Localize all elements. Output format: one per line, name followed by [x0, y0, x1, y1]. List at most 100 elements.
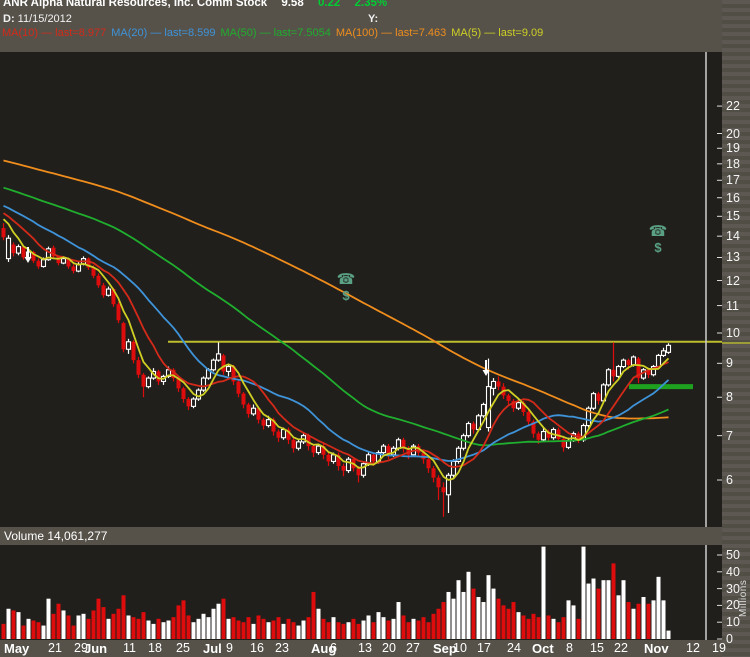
- candle-body-down: [597, 394, 601, 401]
- volume-bar: [122, 595, 126, 639]
- volume-bar: [417, 621, 421, 639]
- candle-body-up: [617, 367, 621, 377]
- volume-bar: [392, 619, 396, 639]
- candle-body-up: [657, 355, 661, 366]
- dollar-icon: $: [654, 240, 662, 255]
- volume-bar: [212, 609, 216, 639]
- x-axis-label: 25: [176, 641, 190, 655]
- volume-bar: [572, 605, 576, 639]
- volume-bar: [167, 621, 171, 639]
- candle-body-down: [187, 399, 191, 406]
- volume-bar: [302, 621, 306, 639]
- x-axis-label-month: Oct: [532, 641, 554, 656]
- volume-bar: [192, 622, 196, 639]
- y-value-prefix: Y:: [368, 13, 378, 25]
- volume-bar: [137, 619, 141, 639]
- price-chart-canvas[interactable]: ☎$☎$: [0, 52, 722, 527]
- price-axis-label: 20: [726, 127, 740, 141]
- candle-body-down: [102, 285, 106, 295]
- volume-bar: [312, 592, 316, 639]
- volume-bar: [182, 600, 186, 639]
- volume-bar: [567, 600, 571, 639]
- volume-bar: [487, 575, 491, 639]
- volume-bar: [597, 589, 601, 639]
- volume-bar: [502, 605, 506, 639]
- candle-body-up: [62, 259, 66, 263]
- volume-bar: [442, 602, 446, 639]
- quote-header: ANR Alpha Natural Resources, Inc. Comm S…: [3, 0, 387, 9]
- volume-bar: [92, 610, 96, 639]
- date-readout: D: 11/15/2012: [3, 13, 72, 25]
- volume-bar: [372, 622, 376, 639]
- volume-bar: [512, 602, 516, 639]
- volume-bar: [517, 612, 521, 639]
- price-axis-label: 15: [726, 209, 740, 223]
- volume-bar: [27, 619, 31, 639]
- ma-line-50: [4, 188, 669, 446]
- candle-body-up: [492, 381, 496, 388]
- volume-bar: [107, 619, 111, 639]
- price-chart[interactable]: ☎$☎$: [0, 52, 722, 527]
- volume-bar: [237, 621, 241, 639]
- volume-bar: [592, 579, 596, 639]
- x-axis-label: 18: [148, 641, 162, 655]
- candle-body-up: [467, 424, 471, 436]
- volume-bar: [337, 622, 341, 639]
- candle-body-up: [632, 357, 636, 365]
- chart-date: 11/15/2012: [18, 13, 72, 25]
- legend-item-ma100: MA(100) — last=7.463: [336, 27, 446, 39]
- phone-icon: ☎: [649, 223, 668, 240]
- price-axis-label: 10: [726, 326, 740, 340]
- candles-layer: [2, 223, 671, 517]
- candle-body-down: [327, 455, 331, 462]
- volume-bar: [67, 615, 71, 639]
- price-change-percent: 2.35%: [355, 0, 388, 9]
- stock-chart-window: ANR Alpha Natural Resources, Inc. Comm S…: [0, 0, 750, 657]
- candle-body-up: [127, 342, 131, 350]
- volume-bar: [387, 621, 391, 639]
- volume-bar: [207, 617, 211, 639]
- volume-chart[interactable]: [0, 545, 722, 640]
- volume-bar: [332, 617, 336, 639]
- volume-bar: [2, 624, 6, 639]
- volume-bar: [52, 614, 56, 639]
- candle-body-down: [2, 228, 6, 237]
- candle-body-down: [142, 375, 146, 387]
- volume-bar: [477, 597, 481, 639]
- volume-bar: [532, 614, 536, 639]
- volume-axis-label: 50: [726, 548, 740, 562]
- candle-body-up: [42, 260, 46, 267]
- candle-body-down: [247, 405, 251, 414]
- volume-readout: Volume 14,061,277: [4, 529, 107, 543]
- candle-body-down: [442, 487, 446, 492]
- volume-bar: [242, 622, 246, 639]
- volume-bar: [507, 609, 511, 639]
- x-axis-label: 12: [686, 641, 700, 655]
- ma-line-20: [4, 206, 669, 461]
- symbol-title: ANR Alpha Natural Resources, Inc. Comm S…: [3, 0, 267, 9]
- price-axis-label: 18: [726, 157, 740, 171]
- candle-body-down: [97, 276, 101, 286]
- candle-body-up: [282, 430, 286, 438]
- volume-bar: [637, 604, 641, 639]
- candle-body-up: [17, 247, 21, 253]
- volume-bar: [467, 572, 471, 639]
- price-axis-label: 11: [726, 299, 739, 313]
- candle-body-down: [472, 424, 476, 430]
- volume-chart-canvas[interactable]: [0, 545, 722, 640]
- candle-body-up: [252, 408, 256, 414]
- volume-bar: [12, 610, 16, 639]
- volume-bar: [127, 615, 131, 639]
- volume-bar: [492, 589, 496, 639]
- price-axis-label: 13: [726, 250, 740, 264]
- candle-body-up: [227, 367, 231, 372]
- volume-bar: [397, 602, 401, 639]
- candle-body-up: [382, 446, 386, 452]
- volume-bar: [287, 619, 291, 639]
- volume-bar: [227, 619, 231, 639]
- candle-body-down: [357, 468, 361, 475]
- candle-body-down: [277, 432, 281, 438]
- candle-body-up: [662, 351, 666, 356]
- x-axis-label: 9: [226, 641, 233, 655]
- volume-bar: [112, 614, 116, 639]
